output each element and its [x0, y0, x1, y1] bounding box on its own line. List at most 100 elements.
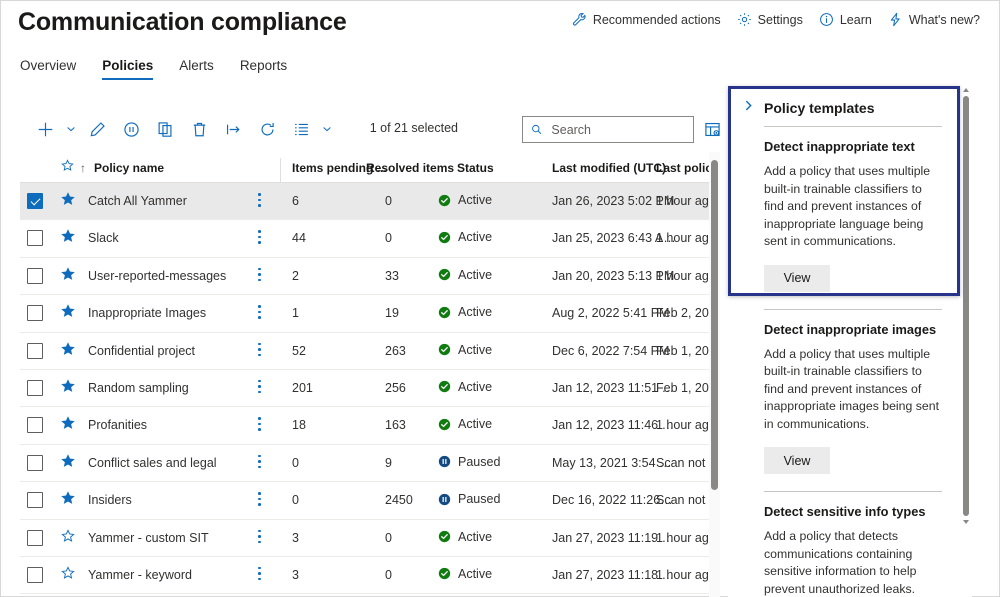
new-policy-button[interactable] [28, 112, 62, 146]
row-more-actions-button[interactable] [258, 230, 261, 247]
star-filled-icon[interactable] [61, 453, 75, 471]
main-tabs: Overview Policies Alerts Reports [20, 58, 287, 80]
tab-reports[interactable]: Reports [240, 58, 287, 80]
row-checkbox[interactable] [27, 379, 43, 396]
cell-resolved-items: 0 [385, 567, 392, 582]
table-filter-button[interactable] [702, 119, 722, 139]
policy-template-card[interactable]: Detect inappropriate images Add a policy … [742, 310, 942, 479]
search-input[interactable] [549, 121, 685, 138]
status-active-icon [438, 343, 451, 356]
status-active-icon [438, 231, 451, 244]
star-filled-icon[interactable] [61, 491, 75, 508]
cell-policy-name: Inappropriate Images [88, 306, 207, 321]
row-checkbox[interactable] [27, 193, 43, 209]
cell-status: Active [438, 305, 492, 319]
plus-icon [38, 122, 52, 136]
row-more-actions-button[interactable] [258, 305, 261, 322]
cell-last-policy-scan: 1 hour ago [656, 231, 716, 246]
column-header-status[interactable]: Status [457, 161, 494, 175]
table-row[interactable]: User-reported-messages 2 33 Active Jan 20, 2… [20, 258, 720, 296]
refresh-button[interactable] [250, 112, 284, 146]
row-checkbox[interactable] [27, 566, 43, 583]
favorite-column-header[interactable] [61, 159, 74, 175]
table-row[interactable]: Slack 44 0 Active Jan 25, 2023 6:43 A… 1 hour… [20, 220, 720, 258]
export-button[interactable] [216, 112, 250, 146]
delete-button[interactable] [182, 112, 216, 146]
column-header-policy-name[interactable]: Policy name [94, 161, 164, 175]
table-row[interactable]: Yammer - keyword 3 0 Active Jan 27, 2023 11:… [20, 557, 720, 595]
column-header-last-modified[interactable]: Last modified (UTC) [552, 161, 666, 175]
row-more-actions-button[interactable] [258, 379, 261, 397]
star-filled-icon[interactable] [61, 379, 75, 396]
star-filled-icon[interactable] [61, 416, 75, 433]
star-filled-icon[interactable] [61, 192, 75, 209]
row-more-actions-button[interactable] [258, 529, 261, 547]
scroll-down-arrow-icon[interactable] [963, 520, 969, 524]
row-checkbox[interactable] [27, 305, 43, 322]
row-checkbox[interactable] [27, 454, 43, 471]
template-view-button[interactable]: View [764, 264, 830, 292]
row-more-actions-button[interactable] [258, 342, 261, 360]
column-header-resolved-items[interactable]: Resolved items [366, 161, 454, 175]
table-row[interactable]: Conflict sales and legal 0 9 Paused May 13, … [20, 445, 720, 483]
command-bar-icons [28, 112, 336, 146]
table-row[interactable]: Inappropriate Images 1 19 Active Aug 2, 2022… [20, 295, 720, 333]
cell-status: Active [438, 417, 492, 431]
policy-templates-header[interactable]: Policy templates [742, 86, 942, 126]
tab-policies[interactable]: Policies [102, 58, 154, 80]
table-row[interactable]: Random sampling 201 256 Active Jan 12, 2023 … [20, 370, 720, 408]
tab-alerts[interactable]: Alerts [179, 58, 214, 80]
copy-button[interactable] [148, 112, 182, 146]
star-filled-icon[interactable] [61, 267, 75, 284]
star-outline-icon[interactable] [61, 566, 75, 583]
row-more-actions-button[interactable] [258, 193, 261, 210]
policy-template-card[interactable]: Detect inappropriate text Add a policy th… [742, 127, 942, 296]
table-scrollbar-thumb[interactable] [711, 160, 718, 490]
view-list-button[interactable] [284, 112, 318, 146]
row-checkbox[interactable] [27, 230, 43, 247]
star-filled-icon[interactable] [61, 229, 75, 246]
row-more-actions-button[interactable] [258, 267, 261, 285]
row-checkbox[interactable] [27, 342, 43, 359]
cell-last-modified: Dec 6, 2022 7:54 PM [552, 343, 670, 358]
panel-scrollbar[interactable] [960, 86, 972, 597]
pause-button[interactable] [114, 112, 148, 146]
status-active-icon [438, 269, 451, 281]
table-row[interactable]: Catch All Yammer 6 0 Active Jan 26, 2023 5:0… [20, 183, 720, 221]
row-checkbox[interactable] [27, 267, 43, 284]
row-more-actions-button[interactable] [258, 566, 261, 584]
row-more-actions-button[interactable] [258, 492, 261, 509]
settings-button[interactable]: Settings [737, 12, 803, 27]
star-filled-icon[interactable] [61, 304, 75, 321]
recommended-actions-button[interactable]: Recommended actions [572, 12, 721, 27]
panel-scrollbar-thumb[interactable] [963, 96, 969, 516]
whats-new-button[interactable]: What's new? [888, 12, 980, 27]
table-row[interactable]: Profanities 18 163 Active Jan 12, 2023 11:46… [20, 407, 720, 445]
cell-items-pending: 18 [292, 418, 306, 433]
status-label: Active [458, 417, 493, 432]
scroll-up-arrow-icon[interactable] [963, 88, 969, 92]
row-more-actions-button[interactable] [258, 417, 261, 434]
table-row[interactable]: Confidential project 52 263 Active Dec 6, 20… [20, 333, 720, 370]
template-view-button[interactable]: View [764, 447, 830, 474]
edit-button[interactable] [80, 112, 114, 146]
search-box[interactable] [522, 116, 694, 143]
star-filled-icon[interactable] [61, 341, 75, 359]
row-checkbox[interactable] [27, 492, 43, 509]
chevron-right-icon[interactable] [742, 99, 755, 117]
policy-template-card[interactable]: Detect sensitive info types Add a policy … [742, 492, 942, 597]
new-policy-chevron-button[interactable] [62, 112, 80, 146]
learn-button[interactable]: Learn [819, 12, 872, 27]
table-row[interactable]: Insiders 0 2450 Paused Dec 16, 2022 11:26… Sc… [20, 482, 720, 520]
table-scrollbar[interactable] [709, 152, 720, 597]
row-checkbox[interactable] [27, 529, 43, 546]
table-row[interactable]: Yammer - custom SIT 3 0 Active Jan 27, 2023 … [20, 520, 720, 557]
row-checkbox[interactable] [27, 417, 43, 434]
cell-items-pending: 0 [292, 455, 299, 470]
tab-overview[interactable]: Overview [20, 58, 76, 80]
row-more-actions-button[interactable] [258, 454, 261, 472]
info-circle-icon [819, 12, 834, 27]
cell-items-pending: 2 [292, 268, 299, 283]
star-outline-icon[interactable] [61, 528, 75, 546]
view-list-chevron-button[interactable] [318, 112, 336, 146]
